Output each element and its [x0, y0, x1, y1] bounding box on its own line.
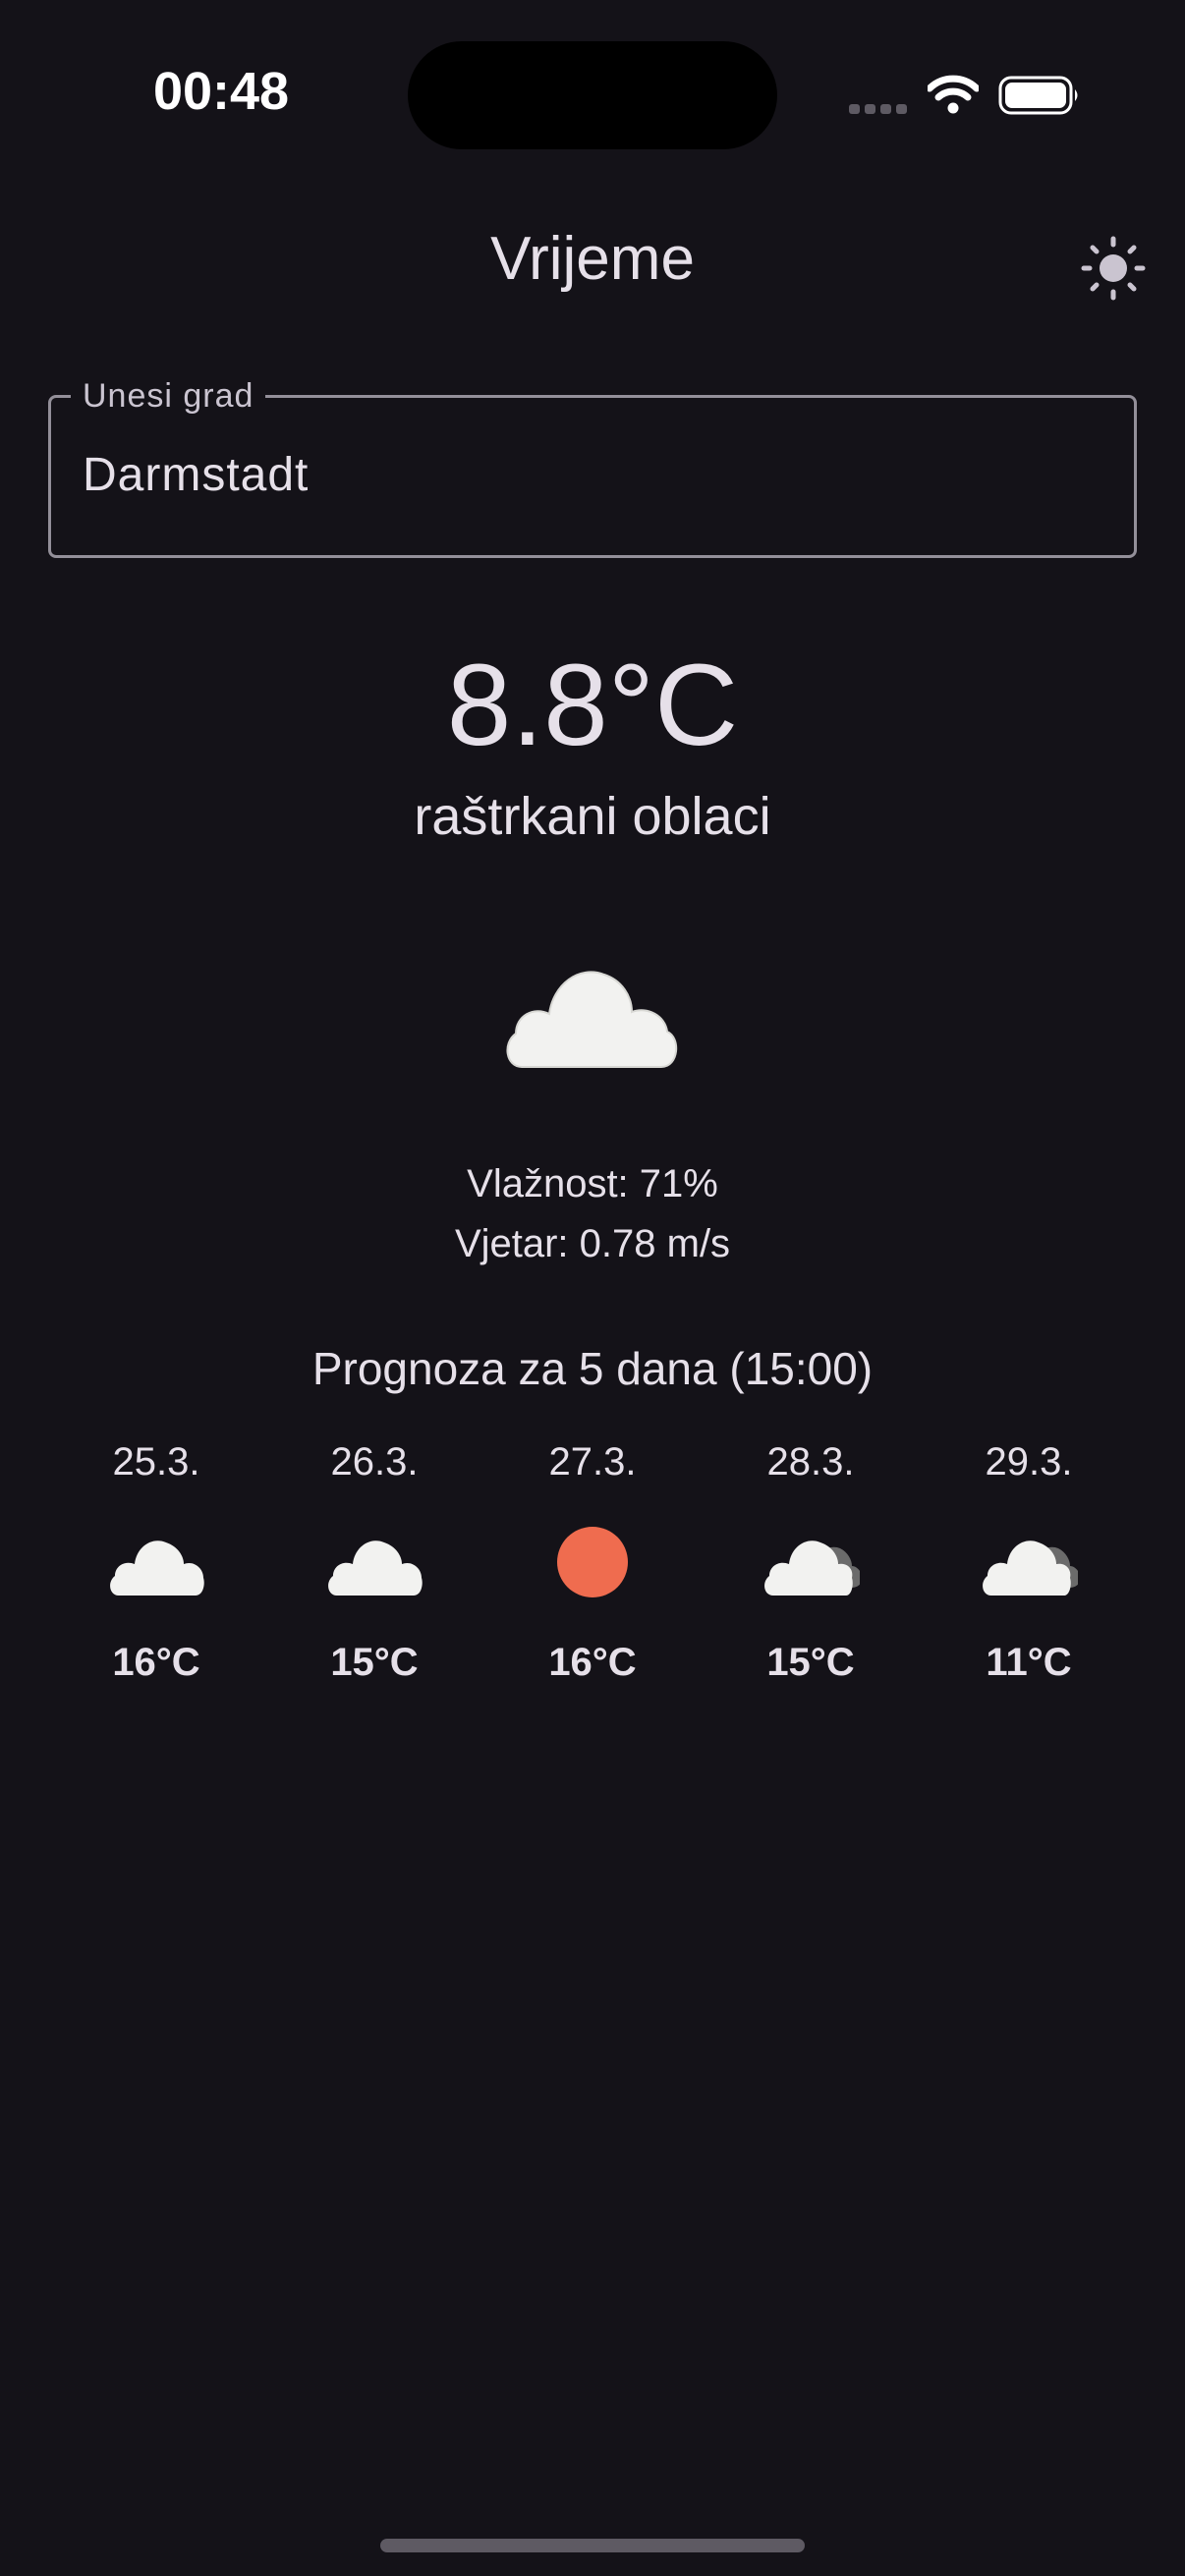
page-title: Vrijeme: [490, 225, 695, 293]
forecast-title: Prognoza za 5 dana (15:00): [311, 1343, 874, 1394]
wind-text: Vjetar: 0.78 m/s: [454, 1222, 731, 1265]
sun-icon: [1081, 236, 1146, 301]
forecast-temp: 11°C: [986, 1641, 1072, 1684]
city-input-label: Unesi grad: [71, 377, 266, 416]
dynamic-island: [408, 41, 777, 149]
city-input-value[interactable]: Darmstadt: [83, 448, 309, 502]
cloud-icon: [110, 1540, 204, 1596]
forecast-temp: 15°C: [330, 1641, 419, 1684]
broken-clouds-icon: [764, 1540, 860, 1596]
forecast-date: 27.3.: [548, 1440, 637, 1484]
current-temperature: 8.8°C: [446, 641, 739, 770]
cloud-icon: [328, 1540, 423, 1596]
weather-description: raštrkani oblaci: [414, 787, 771, 846]
forecast-temp: 15°C: [766, 1641, 855, 1684]
cloud-icon: [506, 971, 677, 1068]
forecast-date: 25.3.: [112, 1440, 200, 1484]
forecast-date: 29.3.: [985, 1440, 1073, 1484]
forecast-date: 26.3.: [330, 1440, 419, 1484]
broken-clouds-icon: [983, 1540, 1078, 1596]
humidity-text: Vlažnost: 71%: [467, 1162, 718, 1205]
battery-icon: [998, 76, 1078, 115]
forecast-temp: 16°C: [548, 1641, 637, 1684]
home-indicator[interactable]: [380, 2539, 805, 2552]
theme-toggle-button[interactable]: [1073, 228, 1154, 308]
forecast-date: 28.3.: [766, 1440, 855, 1484]
sun-icon: [557, 1527, 628, 1597]
forecast-temp: 16°C: [112, 1641, 200, 1684]
status-time: 00:48: [152, 62, 290, 121]
wifi-icon: [928, 75, 979, 114]
cellular-signal-icon: [849, 104, 907, 114]
